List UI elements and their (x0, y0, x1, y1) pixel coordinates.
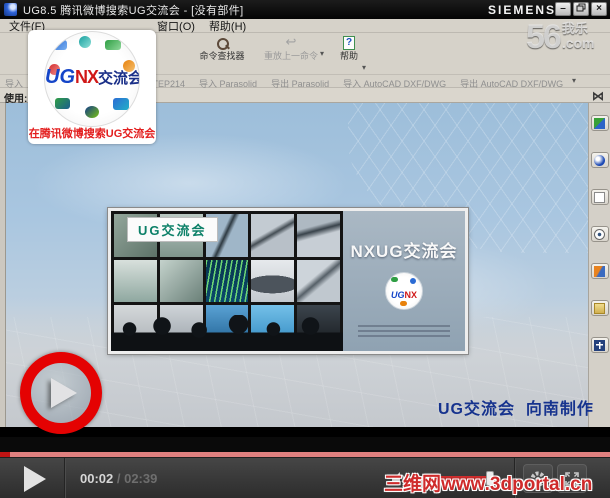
grid-plus-icon (594, 339, 605, 351)
part-navigator-button[interactable] (590, 189, 609, 205)
letterbox-bar (0, 437, 610, 452)
logo-blob (113, 98, 129, 110)
magnifier-icon (216, 37, 229, 50)
logo-blob (53, 40, 67, 50)
info-globe-icon (594, 154, 605, 166)
time-current: 00:02 (80, 471, 114, 486)
play-button[interactable] (24, 466, 46, 492)
ug-club-logo-circle: UGNX交流会 (44, 31, 140, 127)
site-logo-watermark: 56 我乐 .com (526, 18, 595, 56)
docked-toolbar-strip (0, 103, 6, 427)
replay-arrow-icon: ↩ (285, 34, 297, 49)
banner-right-panel: NXUG交流会 UGNX (343, 211, 465, 351)
logo-blob (410, 278, 416, 284)
layers-button[interactable] (590, 115, 609, 131)
palette-button[interactable] (590, 337, 609, 353)
logo-text: UGNX交流会 (45, 66, 140, 88)
banner-photo-cell (251, 259, 295, 303)
maximize-restore-icon (576, 3, 586, 12)
logo-blob (55, 98, 70, 109)
restore-button[interactable] (573, 2, 589, 16)
menu-window[interactable]: 窗口(O) (150, 18, 202, 34)
banner-mini-logo: UGNX (385, 272, 423, 310)
chevron-down-icon[interactable]: ▾ (572, 76, 576, 85)
title-bar: UG8.5 腾讯微博搜索UG交流会 - [没有部件] SIEMENS – × (0, 0, 610, 19)
menu-help[interactable]: 帮助(H) (202, 18, 253, 34)
ug-club-logo-card: UGNX交流会 在腾讯微博搜索UG交流会 (28, 30, 156, 144)
banner-photo-cell (297, 259, 340, 303)
banner-photo-cell (205, 259, 249, 303)
banner-photo-cell (251, 214, 295, 257)
logo-blob (105, 40, 121, 50)
logo-blob (391, 277, 398, 282)
close-button[interactable]: × (591, 2, 607, 16)
chevron-down-icon[interactable]: ▾ (320, 49, 324, 58)
site-logo-number: 56 (526, 18, 562, 56)
folder-button[interactable] (590, 300, 609, 316)
play-triangle-icon (51, 378, 77, 408)
chevron-down-icon[interactable]: ▾ (362, 63, 366, 72)
history-button[interactable] (590, 226, 609, 242)
player-control-bar: 00:02 / 02:39 三维网www.3dportal.cn (0, 457, 610, 498)
banner-label: UG交流会 (127, 217, 218, 242)
video-player: UG8.5 腾讯微博搜索UG交流会 - [没有部件] SIEMENS – × 文… (0, 0, 610, 498)
info-button[interactable] (590, 152, 609, 168)
logo-blob (79, 36, 91, 48)
replay-last-command-button[interactable]: ↩ 重放上一命令 (258, 35, 324, 73)
banner-fine-print (358, 322, 450, 337)
nx-app-icon (4, 3, 17, 16)
document-icon (594, 191, 605, 203)
resource-bar (588, 103, 610, 427)
logo-blob (85, 106, 99, 118)
folder-icon (594, 302, 605, 314)
fit-view-icon[interactable]: ⋈ (592, 89, 604, 103)
help-icon: ? (343, 36, 355, 50)
time-display: 00:02 / 02:39 (80, 471, 158, 486)
banner-title: NXUG交流会 (350, 242, 458, 261)
portal-watermark: 三维网www.3dportal.cn (384, 474, 593, 495)
siemens-logo: SIEMENS (488, 3, 557, 17)
window-title: UG8.5 腾讯微博搜索UG交流会 - [没有部件] (23, 4, 244, 17)
layers-icon (594, 117, 605, 129)
banner-photo-cell (114, 259, 157, 303)
window-controls: – × (555, 2, 607, 16)
divider (64, 458, 65, 498)
banner-photo-cell (297, 214, 340, 257)
crowd-silhouette (111, 315, 343, 351)
roles-icon (594, 265, 605, 277)
banner-photo-cell (159, 259, 203, 303)
clock-icon (594, 228, 605, 240)
logo-caption: 在腾讯微博搜索UG交流会 (28, 128, 156, 140)
video-credit-text: UG交流会 向南制作 (438, 401, 594, 418)
big-play-button[interactable] (20, 352, 102, 434)
time-total: 02:39 (124, 471, 158, 486)
site-logo-tld: .com (561, 35, 595, 51)
minimize-button[interactable]: – (555, 2, 571, 16)
site-logo-cn: 我乐 (561, 21, 588, 36)
command-finder-button[interactable]: 命令查找器 (190, 35, 254, 73)
ug-club-banner: UG交流会 NXUG交流会 UGNX (107, 207, 469, 355)
banner-photo-grid: UG交流会 (111, 211, 343, 351)
roles-button[interactable] (590, 263, 609, 279)
